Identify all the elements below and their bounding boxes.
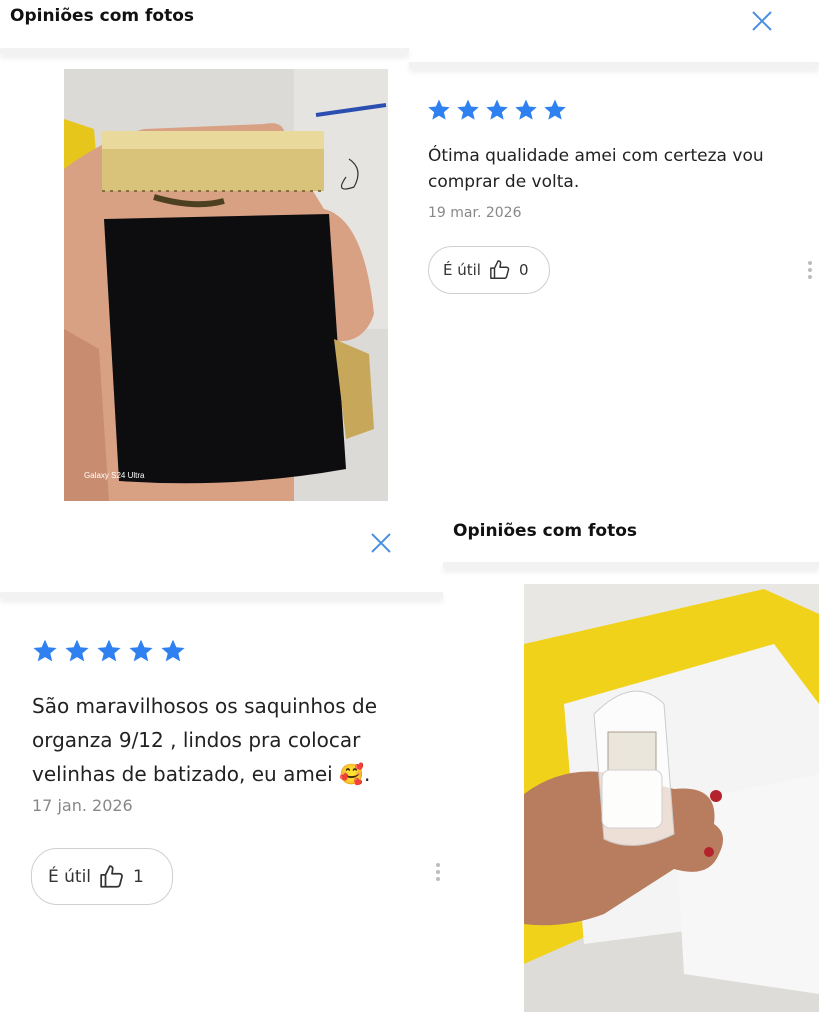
page-title: Opiniões com fotos: [10, 6, 195, 26]
review-text: Ótima qualidade amei com certeza vou com…: [428, 146, 764, 192]
star-icon: [428, 99, 450, 120]
thumbs-up-icon: [490, 260, 510, 279]
more-options-icon[interactable]: [436, 863, 440, 881]
header-divider: [443, 562, 819, 568]
header-divider: [0, 592, 443, 598]
review-date: 19 mar. 2026: [428, 205, 522, 221]
star-icon: [65, 639, 89, 662]
pouch-photo-image: [64, 69, 388, 501]
page-title: Opiniões com fotos: [453, 521, 638, 541]
star-icon: [97, 639, 121, 662]
header-divider: [409, 62, 819, 68]
header-divider: [0, 48, 409, 54]
review-text: São maravilhosos os saquinhos de organza…: [32, 694, 378, 786]
star-icon: [486, 99, 508, 120]
star-icon: [161, 639, 185, 662]
thumbs-up-icon: [100, 864, 123, 888]
useful-count: 1: [133, 866, 144, 887]
star-rating: [32, 638, 186, 664]
useful-count: 0: [518, 261, 529, 279]
close-icon[interactable]: [370, 532, 392, 554]
review-photo[interactable]: [524, 584, 819, 1012]
star-icon: [33, 639, 57, 662]
review-date: 17 jan. 2026: [32, 796, 133, 815]
more-options-icon[interactable]: [808, 261, 812, 279]
star-icon: [544, 99, 566, 120]
review-photo[interactable]: Galaxy S24 Ultra: [64, 69, 388, 501]
star-icon: [457, 99, 479, 120]
star-icon: [515, 99, 537, 120]
useful-button[interactable]: É útil 1: [31, 848, 173, 905]
close-icon[interactable]: [751, 10, 773, 32]
photo-caption: Galaxy S24 Ultra: [84, 471, 145, 480]
star-icon: [129, 639, 153, 662]
useful-label: É útil: [48, 866, 92, 887]
star-rating: [427, 98, 567, 122]
useful-button[interactable]: É útil 0: [428, 246, 550, 294]
useful-label: É útil: [443, 261, 481, 279]
organza-photo-image: [524, 584, 819, 1012]
